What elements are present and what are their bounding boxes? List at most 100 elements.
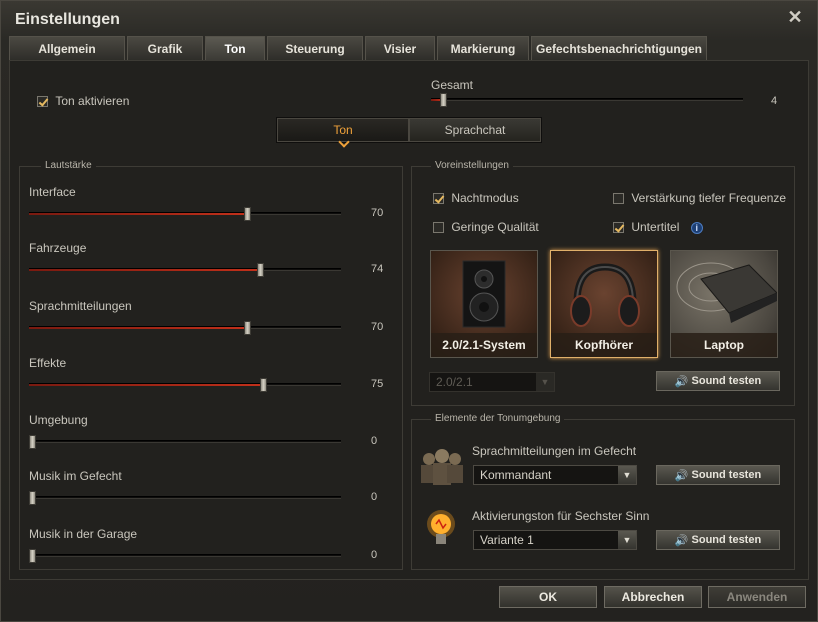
volume-slider[interactable] — [29, 263, 341, 277]
slider-thumb[interactable] — [29, 491, 36, 505]
device-card-speakers[interactable]: 2.0/2.1-System — [430, 250, 538, 358]
slider-fill — [29, 213, 247, 215]
master-volume-value: 4 — [771, 95, 778, 107]
checkbox[interactable] — [433, 193, 444, 205]
slider-fill — [29, 384, 263, 386]
headphones-icon — [570, 263, 640, 327]
speaker-volume-icon: 🔊 — [674, 469, 689, 482]
lightbulb-icon — [427, 510, 455, 544]
volume-slider-value: 75 — [371, 378, 384, 390]
laptop-icon — [676, 262, 777, 323]
cancel-button[interactable]: Abbrechen — [604, 586, 702, 608]
device-card-headphones[interactable]: Kopfhörer — [550, 250, 658, 358]
test-sound-button-voice[interactable]: 🔊 Sound testen — [656, 465, 780, 485]
preset-subtitles[interactable]: Untertitel i — [613, 220, 703, 234]
tab-visier[interactable]: Visier — [365, 36, 435, 60]
enable-sound-checkbox[interactable] — [37, 96, 48, 108]
chevron-down-icon: ▼ — [618, 466, 636, 484]
apply-button[interactable]: Anwenden — [708, 586, 806, 608]
slider-thumb[interactable] — [244, 207, 251, 221]
test-sound-label: Sound testen — [691, 469, 762, 481]
slider-fill — [29, 327, 247, 329]
slider-fill — [29, 269, 260, 271]
device-label: 2.0/2.1-System — [431, 333, 537, 357]
volume-group — [19, 166, 403, 570]
window-title: Einstellungen — [15, 11, 120, 28]
volume-slider-label: Fahrzeuge — [29, 241, 87, 255]
volume-slider-value: 0 — [371, 491, 378, 503]
chevron-down-icon: ▼ — [536, 373, 554, 391]
volume-slider-label: Umgebung — [29, 413, 88, 427]
crew-icon — [421, 449, 463, 485]
settings-window: Einstellungen ✕ Allgemein Grafik Ton Ste… — [0, 0, 818, 622]
slider-thumb[interactable] — [29, 435, 36, 449]
tab-bar: Allgemein Grafik Ton Steuerung Visier Ma… — [9, 36, 707, 61]
device-label: Kopfhörer — [551, 333, 657, 357]
tab-allgemein[interactable]: Allgemein — [9, 36, 125, 60]
volume-slider[interactable] — [29, 378, 341, 392]
close-icon[interactable]: ✕ — [787, 8, 803, 26]
volume-slider[interactable] — [29, 435, 341, 449]
master-volume-label: Gesamt — [431, 78, 474, 92]
sixth-sense-select[interactable]: Variante 1 ▼ — [473, 530, 637, 550]
enable-sound-row[interactable]: Ton aktivieren — [37, 94, 129, 108]
volume-slider-label: Interface — [29, 185, 76, 199]
volume-slider[interactable] — [29, 491, 341, 505]
title-bar: Einstellungen ✕ — [1, 1, 817, 35]
slider-thumb[interactable] — [244, 321, 251, 335]
slider-thumb[interactable] — [260, 378, 267, 392]
preset-bass-boost[interactable]: Verstärkung tiefer Frequenze — [613, 191, 786, 205]
system-select[interactable]: 2.0/2.1 ▼ — [429, 372, 555, 392]
master-volume-slider[interactable] — [431, 93, 743, 107]
segment-sprachchat[interactable]: Sprachchat — [409, 118, 541, 142]
volume-slider-value: 70 — [371, 207, 384, 219]
tab-steuerung[interactable]: Steuerung — [267, 36, 363, 60]
voice-messages-select[interactable]: Kommandant ▼ — [473, 465, 637, 485]
preset-low-quality[interactable]: Geringe Qualität — [433, 220, 539, 234]
voice-messages-label: Sprachmitteilungen im Gefecht — [472, 444, 637, 458]
checkbox[interactable] — [613, 193, 624, 205]
volume-slider-label: Musik im Gefecht — [29, 469, 122, 483]
volume-group-title: Lautstärke — [41, 160, 96, 171]
segment-ton[interactable]: Ton — [277, 118, 409, 142]
test-sound-label: Sound testen — [691, 375, 762, 387]
preset-nachtmodus[interactable]: Nachtmodus — [433, 191, 519, 205]
volume-slider-label: Effekte — [29, 356, 67, 370]
volume-slider[interactable] — [29, 321, 341, 335]
volume-slider-value: 70 — [371, 321, 384, 333]
test-sound-label: Sound testen — [691, 534, 762, 546]
enable-sound-label: Ton aktivieren — [55, 94, 130, 108]
presets-group-title: Voreinstellungen — [431, 160, 513, 171]
slider-thumb[interactable] — [257, 263, 264, 277]
tab-grafik[interactable]: Grafik — [127, 36, 203, 60]
volume-slider-label: Musik in der Garage — [29, 527, 138, 541]
test-sound-button-device[interactable]: 🔊 Sound testen — [656, 371, 780, 391]
tab-ton[interactable]: Ton — [205, 36, 265, 61]
volume-slider-value: 0 — [371, 435, 378, 447]
system-select-value: 2.0/2.1 — [436, 375, 473, 389]
preset-label: Untertitel — [631, 220, 680, 234]
sixth-sense-label: Aktivierungston für Sechster Sinn — [472, 509, 650, 523]
slider-thumb[interactable] — [440, 93, 447, 107]
checkbox[interactable] — [433, 222, 444, 234]
tab-gefechtsbenachrichtigungen[interactable]: Gefechtsbenachrichtigungen — [531, 36, 707, 60]
volume-slider[interactable] — [29, 207, 341, 221]
device-label: Laptop — [671, 333, 777, 357]
speaker-volume-icon: 🔊 — [674, 534, 689, 547]
tab-markierung[interactable]: Markierung — [437, 36, 529, 60]
speaker-icon — [462, 260, 506, 328]
info-icon[interactable]: i — [690, 221, 703, 234]
test-sound-button-sixth-sense[interactable]: 🔊 Sound testen — [656, 530, 780, 550]
device-card-laptop[interactable]: Laptop — [670, 250, 778, 358]
checkbox[interactable] — [613, 222, 624, 234]
volume-slider-label: Sprachmitteilungen — [29, 299, 132, 313]
slider-thumb[interactable] — [29, 549, 36, 563]
volume-slider[interactable] — [29, 549, 341, 563]
sixth-sense-value: Variante 1 — [480, 533, 534, 547]
ok-button[interactable]: OK — [499, 586, 597, 608]
voice-messages-value: Kommandant — [480, 468, 552, 482]
chevron-down-icon: ▼ — [618, 531, 636, 549]
speaker-volume-icon: 🔊 — [674, 375, 689, 388]
preset-label: Verstärkung tiefer Frequenze — [631, 191, 787, 205]
preset-label: Nachtmodus — [451, 191, 519, 205]
